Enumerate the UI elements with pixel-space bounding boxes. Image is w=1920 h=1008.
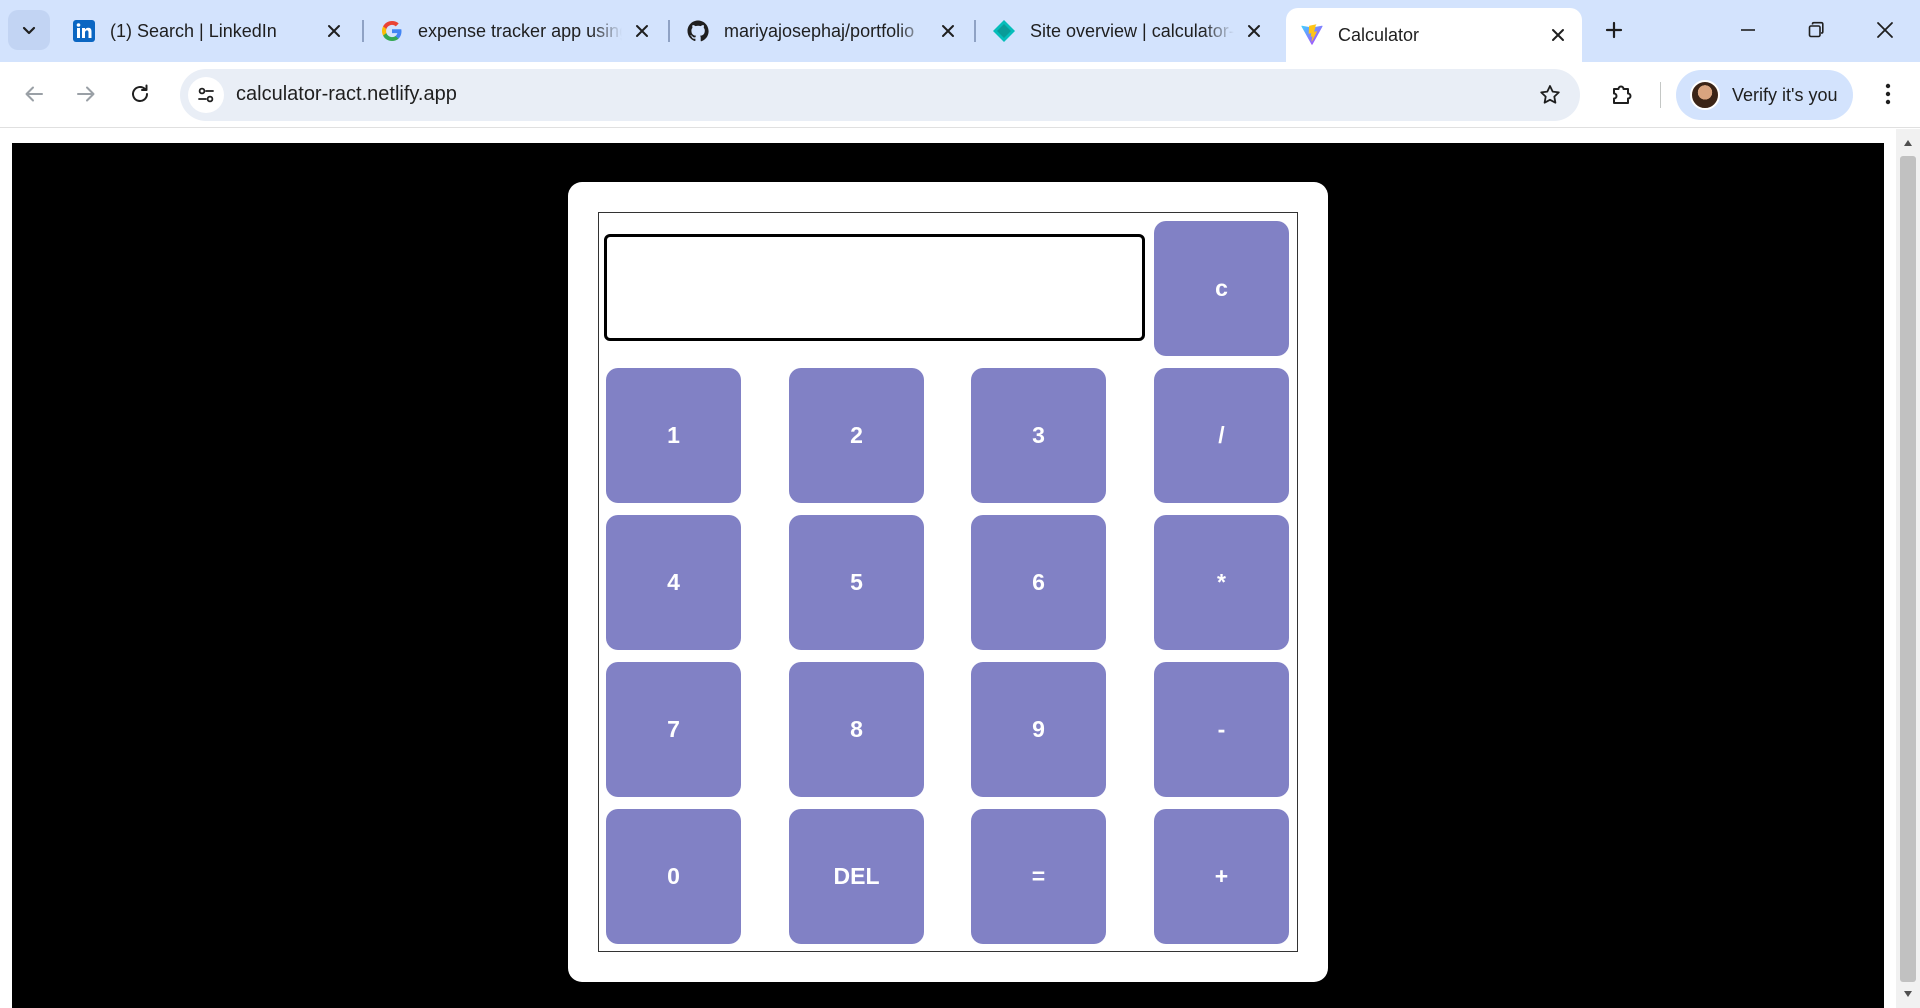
restore-icon xyxy=(1808,21,1824,38)
reload-icon xyxy=(132,84,148,102)
tune-icon xyxy=(198,87,214,103)
key-6-button[interactable]: 6 xyxy=(971,515,1106,650)
profile-button[interactable]: Verify it's you xyxy=(1676,70,1853,120)
reload-button[interactable] xyxy=(120,74,160,114)
key-7-button[interactable]: 7 xyxy=(606,662,741,797)
restore-button[interactable] xyxy=(1786,8,1846,52)
key-8-button[interactable]: 8 xyxy=(789,662,924,797)
netlify-icon xyxy=(992,19,1016,43)
address-bar[interactable]: calculator-ract.netlify.app xyxy=(180,69,1580,121)
close-icon[interactable] xyxy=(322,19,346,43)
tab-strip: (1) Search | LinkedIn expense tracker ap… xyxy=(0,0,1920,62)
chevron-down-icon xyxy=(22,26,36,35)
scrollbar-thumb[interactable] xyxy=(1900,156,1916,982)
tab-title: mariyajosephaj/portfolio xyxy=(724,20,915,41)
back-button[interactable] xyxy=(14,74,54,114)
key-2-button[interactable]: 2 xyxy=(789,368,924,503)
address-text[interactable]: calculator-ract.netlify.app xyxy=(236,83,457,106)
delete-button[interactable]: DEL xyxy=(789,809,924,944)
tab-title: Calculator xyxy=(1338,24,1420,45)
browser-menu-button[interactable] xyxy=(1868,74,1908,114)
forward-button[interactable] xyxy=(66,74,106,114)
triangle-down-icon xyxy=(1904,991,1912,997)
clear-button[interactable]: c xyxy=(1154,221,1289,356)
new-tab-button[interactable] xyxy=(1596,12,1632,48)
close-icon[interactable] xyxy=(936,19,960,43)
arrow-left-icon xyxy=(25,86,43,102)
equals-button[interactable]: = xyxy=(971,809,1106,944)
key-9-button[interactable]: 9 xyxy=(971,662,1106,797)
close-icon[interactable] xyxy=(630,19,654,43)
key-1-button[interactable]: 1 xyxy=(606,368,741,503)
multiply-button[interactable]: * xyxy=(1154,515,1289,650)
more-vert-icon xyxy=(1885,83,1891,105)
site-info-button[interactable] xyxy=(188,77,224,113)
profile-label: Verify it's you xyxy=(1732,84,1838,105)
key-5-button[interactable]: 5 xyxy=(789,515,924,650)
tab-separator xyxy=(362,20,364,42)
bookmark-button[interactable] xyxy=(1536,81,1564,109)
tab-calculator[interactable]: Calculator xyxy=(1286,8,1582,62)
scroll-down-arrow[interactable] xyxy=(1896,982,1920,1006)
tab-title: Site overview | calculator-ract xyxy=(1030,20,1234,41)
tab-google-search[interactable]: expense tracker app using react xyxy=(366,8,666,54)
github-icon xyxy=(686,19,710,43)
arrow-right-icon xyxy=(77,86,95,102)
puzzle-icon xyxy=(1613,85,1632,104)
browser-toolbar: calculator-ract.netlify.app Verify it's … xyxy=(0,62,1920,128)
triangle-up-icon xyxy=(1904,140,1912,146)
linkedin-icon xyxy=(72,19,96,43)
subtract-button[interactable]: - xyxy=(1154,662,1289,797)
tab-linkedin[interactable]: (1) Search | LinkedIn xyxy=(58,8,358,54)
tab-github[interactable]: mariyajosephaj/portfolio xyxy=(672,8,972,54)
close-icon[interactable] xyxy=(1546,23,1570,47)
close-window-button[interactable] xyxy=(1855,8,1915,52)
google-icon xyxy=(380,19,404,43)
vite-icon xyxy=(1300,23,1324,47)
toolbar-divider xyxy=(1660,82,1661,108)
tab-separator xyxy=(974,20,976,42)
avatar xyxy=(1690,80,1720,110)
tab-netlify[interactable]: Site overview | calculator-ract xyxy=(978,8,1278,54)
plus-icon xyxy=(1605,21,1623,39)
scroll-up-arrow[interactable] xyxy=(1896,131,1920,155)
tab-search-button[interactable] xyxy=(8,10,50,50)
key-0-button[interactable]: 0 xyxy=(606,809,741,944)
calculator-display[interactable] xyxy=(604,234,1145,341)
minimize-button[interactable] xyxy=(1718,8,1778,52)
close-icon xyxy=(1877,22,1893,38)
star-icon xyxy=(1540,85,1560,104)
minimize-icon xyxy=(1741,29,1755,31)
tab-separator xyxy=(668,20,670,42)
tab-title: (1) Search | LinkedIn xyxy=(110,20,277,41)
tab-title: expense tracker app using react xyxy=(418,20,622,41)
vertical-scrollbar[interactable] xyxy=(1896,129,1920,1008)
key-4-button[interactable]: 4 xyxy=(606,515,741,650)
close-icon[interactable] xyxy=(1242,19,1266,43)
divide-button[interactable]: / xyxy=(1154,368,1289,503)
key-3-button[interactable]: 3 xyxy=(971,368,1106,503)
extensions-button[interactable] xyxy=(1602,74,1642,114)
add-button[interactable]: + xyxy=(1154,809,1289,944)
